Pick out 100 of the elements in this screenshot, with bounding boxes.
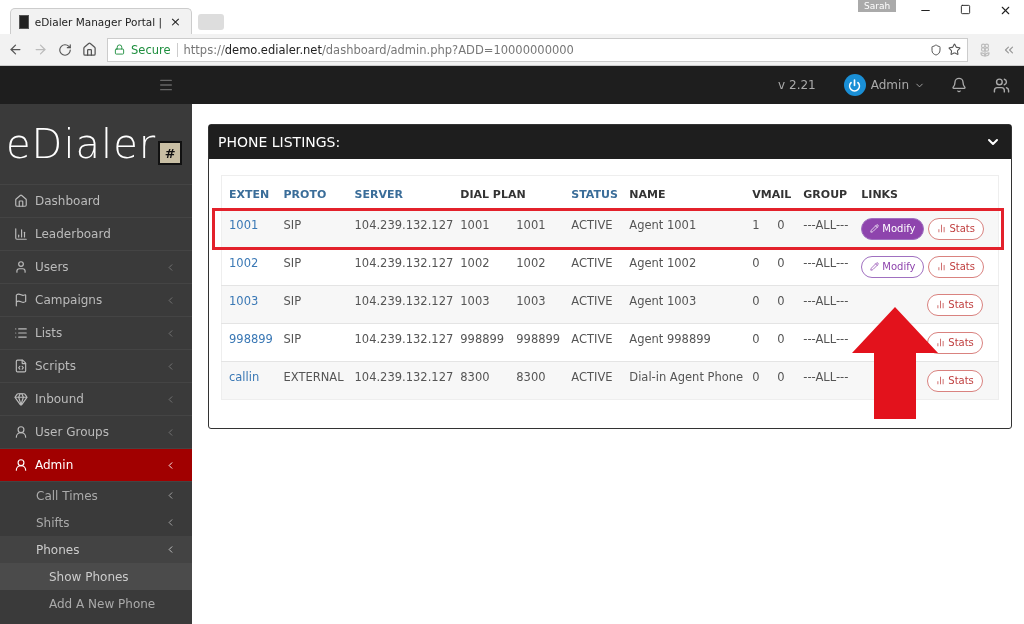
table-cell: 0	[770, 247, 797, 286]
table-cell: 8300	[453, 361, 510, 400]
table-cell: 0	[770, 361, 797, 400]
table-cell: ---ALL---	[796, 247, 855, 286]
table-cell: SIP	[276, 285, 348, 324]
edit-icon	[870, 262, 880, 271]
table-cell: 998899	[453, 323, 510, 362]
table-cell: Agent 1003	[622, 285, 746, 324]
sidebar-subitem[interactable]: Shifts	[0, 509, 192, 536]
sidebar-subitem[interactable]: Call Times	[0, 482, 192, 509]
stats-button[interactable]: Stats	[927, 331, 983, 354]
bar-chart-icon	[936, 338, 946, 347]
table-cell: 1002	[453, 247, 510, 286]
user-icon	[14, 260, 28, 274]
bar-chart-icon	[937, 224, 947, 233]
table-cell: 1001	[453, 209, 510, 248]
shield-icon[interactable]	[930, 43, 942, 56]
user-icon	[14, 425, 28, 439]
menu-icon[interactable]	[158, 77, 174, 93]
table-cell: 104.239.132.127	[347, 361, 454, 400]
extension-link[interactable]: callin	[229, 369, 260, 384]
table-cell: 104.239.132.127	[347, 247, 454, 286]
sidebar-item[interactable]: Admin	[0, 449, 192, 482]
flag-icon	[14, 293, 28, 307]
table-cell: 0	[745, 285, 771, 324]
table-cell: ---ALL---	[796, 361, 855, 400]
user-menu[interactable]: Admin	[843, 74, 925, 96]
table-cell: 1003	[453, 285, 510, 324]
extension-link[interactable]: 1002	[229, 255, 259, 270]
column-header: GROUP	[796, 175, 855, 210]
sidebar-subitem[interactable]: Show Phones	[0, 563, 192, 590]
reload-icon[interactable]	[58, 42, 72, 57]
table-cell: EXTERNAL	[276, 361, 348, 400]
sidebar-item[interactable]: Users	[0, 251, 192, 284]
table-cell: ACTIVE	[564, 323, 623, 362]
table-cell: ACTIVE	[564, 209, 623, 248]
column-header[interactable]: SERVER	[347, 175, 454, 210]
home-icon[interactable]	[82, 42, 97, 57]
lock-icon	[114, 44, 125, 55]
logo-text: eDialer	[6, 121, 157, 167]
tab-close-button[interactable]: ×	[168, 14, 183, 29]
browser-tab[interactable]: eDialer Manager Portal | ×	[10, 8, 192, 34]
sidebar-item[interactable]: Dashboard	[0, 185, 192, 218]
column-header[interactable]: STATUS	[564, 175, 623, 210]
column-header: DIAL PLAN	[453, 175, 565, 210]
table-cell: ---ALL---	[796, 323, 855, 362]
close-icon[interactable]	[999, 4, 1012, 17]
table-cell: 0	[745, 361, 771, 400]
table-cell: 1	[745, 209, 771, 248]
bell-icon[interactable]	[951, 77, 967, 93]
table-cell: ACTIVE	[564, 361, 623, 400]
table-cell: 1002	[509, 247, 565, 286]
column-header: VMAIL	[745, 175, 797, 210]
maximize-icon[interactable]	[960, 4, 971, 15]
table-cell: SIP	[276, 209, 348, 248]
address-field[interactable]: Secure https://demo.edialer.net/dashboard/admin.php?ADD=10000000000	[107, 37, 968, 62]
back-icon[interactable]	[8, 42, 23, 57]
extension-link[interactable]: 1001	[229, 217, 259, 232]
column-header[interactable]: EXTEN	[221, 175, 277, 210]
bar-chart-icon	[937, 262, 947, 271]
gem-icon	[14, 392, 28, 406]
sidebar-item[interactable]: Scripts	[0, 350, 192, 383]
stats-button[interactable]: Stats	[927, 293, 983, 316]
table-cell: SIP	[276, 247, 348, 286]
table-cell: Agent 1001	[622, 209, 746, 248]
table-cell: 998899	[509, 323, 565, 362]
modify-button[interactable]: Modify	[861, 255, 925, 278]
stats-button[interactable]: Stats	[927, 369, 983, 392]
users-icon[interactable]	[993, 76, 1010, 94]
sidebar-item[interactable]: Inbound	[0, 383, 192, 416]
extension-link[interactable]: 998899	[229, 331, 273, 346]
stats-button[interactable]: Stats	[928, 255, 984, 278]
sidebar-subitem[interactable]: Phones	[0, 536, 192, 563]
sidebar-item[interactable]: Campaigns	[0, 284, 192, 317]
table-cell: Agent 998899	[622, 323, 746, 362]
table-cell: 1001	[509, 209, 565, 248]
sidebar-item[interactable]: Leaderboard	[0, 218, 192, 251]
table-cell: 8300	[509, 361, 565, 400]
stats-button[interactable]: Stats	[928, 217, 984, 240]
edit-icon	[870, 224, 880, 233]
favicon-icon	[19, 14, 29, 29]
extension-link[interactable]: 1003	[229, 293, 259, 308]
sidebar-item[interactable]: Lists	[0, 317, 192, 350]
table-cell: 104.239.132.127	[347, 323, 454, 362]
column-header: NAME	[622, 175, 746, 210]
secure-label: Secure	[131, 42, 178, 57]
table-cell: 0	[745, 247, 771, 286]
star-icon[interactable]	[948, 43, 961, 56]
table-cell: Agent 1002	[622, 247, 746, 286]
home-icon	[14, 194, 28, 208]
table-cell: 0	[770, 323, 797, 362]
table-cell: 0	[770, 285, 797, 324]
modify-button[interactable]: Modify	[861, 217, 925, 240]
table-cell: 104.239.132.127	[347, 285, 454, 324]
column-header[interactable]: PROTO	[276, 175, 348, 210]
url-text: https://demo.edialer.net/dashboard/admin.php?ADD=10000000000	[183, 42, 575, 57]
table-cell: Dial-in Agent Phone	[622, 361, 746, 400]
bar-chart-icon	[936, 376, 946, 385]
table-cell: 0	[770, 209, 797, 248]
list-icon	[14, 326, 28, 340]
